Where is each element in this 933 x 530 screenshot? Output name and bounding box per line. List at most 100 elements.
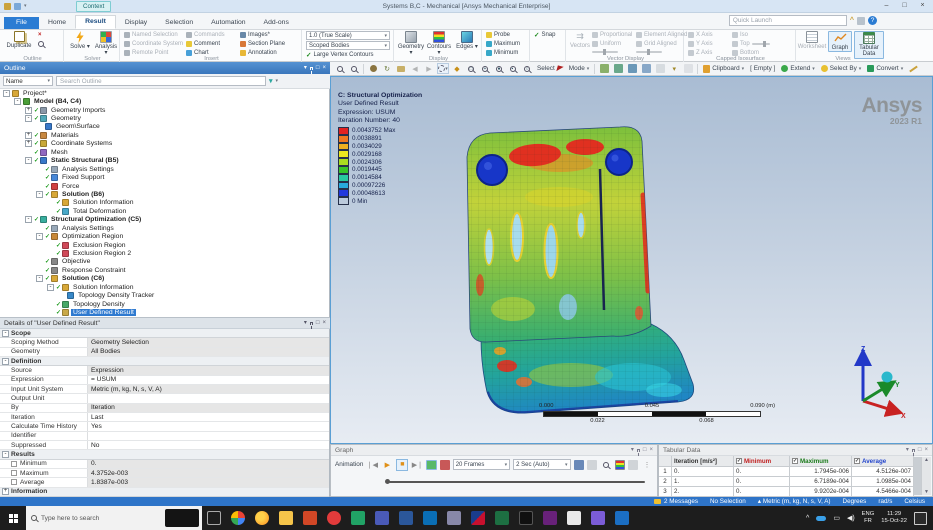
- animation-play-button[interactable]: ▶: [381, 459, 393, 471]
- details-row-value[interactable]: [88, 394, 329, 402]
- maximum-button[interactable]: Maximum: [486, 40, 520, 48]
- select-label[interactable]: Select: [535, 65, 565, 72]
- tree-expander-icon[interactable]: -: [36, 233, 43, 240]
- help-icon[interactable]: ?: [868, 16, 877, 25]
- tree-item[interactable]: ✓ Mesh: [0, 148, 329, 156]
- select-by-dropdown[interactable]: Select By▾: [819, 65, 864, 72]
- details-row[interactable]: Maximum 4.3752e-003: [0, 469, 329, 478]
- tree-item[interactable]: ✓ Response Constraint: [0, 266, 329, 274]
- word-icon[interactable]: [399, 511, 413, 525]
- tabular-scrollbar[interactable]: ▲ ▼: [921, 457, 931, 495]
- scroll-up-icon[interactable]: ▲: [924, 457, 929, 463]
- chrome-icon[interactable]: [231, 511, 245, 525]
- tree-item[interactable]: - ✓ Solution (C6): [0, 275, 329, 283]
- edges-button[interactable]: Edges ▾: [454, 31, 480, 50]
- start-button[interactable]: [0, 506, 26, 530]
- tree-item[interactable]: - Model (B4, C4): [0, 97, 329, 105]
- result-checkbox[interactable]: [11, 461, 17, 467]
- details-close-icon[interactable]: ×: [322, 320, 326, 326]
- tree-expander-icon[interactable]: +: [25, 132, 32, 139]
- outline-dropdown-icon[interactable]: ▾: [304, 65, 307, 71]
- blue-folder-app-icon[interactable]: [615, 511, 629, 525]
- look-at-button[interactable]: [395, 63, 407, 74]
- section-expander-icon[interactable]: -: [2, 330, 9, 337]
- scroll-down-icon[interactable]: ▼: [924, 489, 929, 495]
- task-view-icon[interactable]: [207, 511, 221, 525]
- tabular-dropdown-icon[interactable]: ▾: [906, 447, 909, 453]
- ribbon-tab[interactable]: File: [4, 17, 39, 29]
- contours-button[interactable]: Contours ▾: [426, 31, 452, 57]
- notification-center-icon[interactable]: [914, 512, 927, 525]
- tree-expander-icon[interactable]: -: [3, 90, 10, 97]
- details-row[interactable]: - Results: [0, 450, 329, 459]
- section-expander-icon[interactable]: -: [2, 358, 9, 365]
- mode-dropdown[interactable]: Mode▾: [567, 65, 592, 72]
- graph-more-button[interactable]: ⋮: [641, 459, 653, 471]
- temperature-unit-status[interactable]: Celsius: [904, 498, 925, 505]
- details-pin-icon[interactable]: [310, 322, 313, 325]
- tabular-pin-icon[interactable]: [912, 449, 915, 452]
- ribbon-tab[interactable]: Result: [75, 15, 116, 29]
- next-view-button[interactable]: ▶: [423, 63, 435, 74]
- zoom-graph-button[interactable]: [600, 459, 612, 471]
- quick-launch-input[interactable]: [729, 15, 847, 26]
- taskbar-search-input[interactable]: [41, 515, 151, 522]
- tabular-close-icon[interactable]: ×: [924, 447, 928, 453]
- ribbon-tab[interactable]: Selection: [156, 17, 202, 29]
- fit-button[interactable]: ◆: [451, 63, 463, 74]
- zoom-selection-button[interactable]: ▪: [507, 63, 519, 74]
- details-row-value[interactable]: Metric (m, kg, N, s, V, A): [88, 385, 329, 393]
- tree-item[interactable]: + ✓ Coordinate Systems: [0, 140, 329, 148]
- ribbon-tab[interactable]: Display: [116, 17, 156, 29]
- pencil-annotate-button[interactable]: [907, 63, 919, 74]
- wireframe-filter-button[interactable]: ▾: [668, 63, 680, 74]
- details-row[interactable]: Source Expression: [0, 366, 329, 375]
- tree-expander-icon[interactable]: -: [25, 115, 32, 122]
- search-outline-input[interactable]: [56, 76, 266, 86]
- section-expander-icon[interactable]: -: [2, 451, 9, 458]
- tabular-row[interactable]: 3 2. 0. 9.9202e-004 4.5466e-004: [659, 487, 932, 497]
- details-row-value[interactable]: 4.3752e-003: [88, 469, 329, 477]
- graph-close-icon[interactable]: ×: [649, 447, 653, 453]
- graph-float-icon[interactable]: □: [643, 447, 647, 453]
- details-dropdown-icon[interactable]: ▾: [304, 320, 307, 326]
- large-vertex-contours-checkbox[interactable]: ✓Large Vertex Contours: [306, 51, 390, 59]
- result-checkbox[interactable]: [11, 470, 17, 476]
- graph-view-button[interactable]: Graph: [828, 31, 852, 52]
- details-row[interactable]: Iteration Last: [0, 413, 329, 422]
- messages-status[interactable]: 2 Messages: [654, 498, 698, 505]
- minimum-button[interactable]: Minimum: [486, 49, 520, 57]
- duration-select[interactable]: 2 Sec (Auto)▾: [513, 459, 570, 470]
- share-icon[interactable]: [857, 17, 865, 25]
- orientation-triad[interactable]: Z Y X: [843, 339, 913, 429]
- tree-item[interactable]: Topology Density Tracker: [0, 292, 329, 300]
- tree-expander-icon[interactable]: +: [25, 107, 32, 114]
- details-row[interactable]: Input Unit System Metric (m, kg, N, s, V…: [0, 385, 329, 394]
- network-icon[interactable]: ▭: [833, 514, 840, 522]
- tree-item[interactable]: - ✓ Geometry: [0, 114, 329, 122]
- file-explorer-icon[interactable]: [279, 511, 293, 525]
- tree-expander-icon[interactable]: -: [14, 98, 21, 105]
- tabular-data-view-button[interactable]: Tabular Data: [854, 31, 884, 59]
- details-row-value[interactable]: No: [88, 441, 329, 449]
- column-minimum[interactable]: ✓Minimum: [734, 456, 790, 467]
- angle-unit-status[interactable]: Degrees: [843, 498, 867, 505]
- outlook-icon[interactable]: [423, 511, 437, 525]
- search-highlight-badge[interactable]: [165, 509, 199, 527]
- pan-button[interactable]: [367, 63, 379, 74]
- details-row-value[interactable]: 1.8387e-003: [88, 478, 329, 486]
- ribbon-tab[interactable]: Automation: [202, 17, 254, 29]
- tree-expander-icon[interactable]: -: [25, 157, 32, 164]
- viewport[interactable]: C: Structural Optimization User Defined …: [330, 76, 933, 444]
- zoom-in-button[interactable]: [334, 63, 346, 74]
- name-filter-select[interactable]: Name▾: [3, 76, 53, 86]
- details-row[interactable]: Minimum 0.: [0, 460, 329, 469]
- column-iteration[interactable]: Iteration [m/s²]: [672, 456, 734, 467]
- zoom-fit-button[interactable]: +: [479, 63, 491, 74]
- details-row[interactable]: - Scope: [0, 329, 329, 338]
- details-row[interactable]: Identifier: [0, 432, 329, 441]
- maximum-checkbox[interactable]: ✓: [792, 458, 798, 464]
- export-video-icon[interactable]: [574, 460, 584, 470]
- details-float-icon[interactable]: □: [316, 320, 320, 326]
- details-row-value[interactable]: Geometry Selection: [88, 338, 329, 346]
